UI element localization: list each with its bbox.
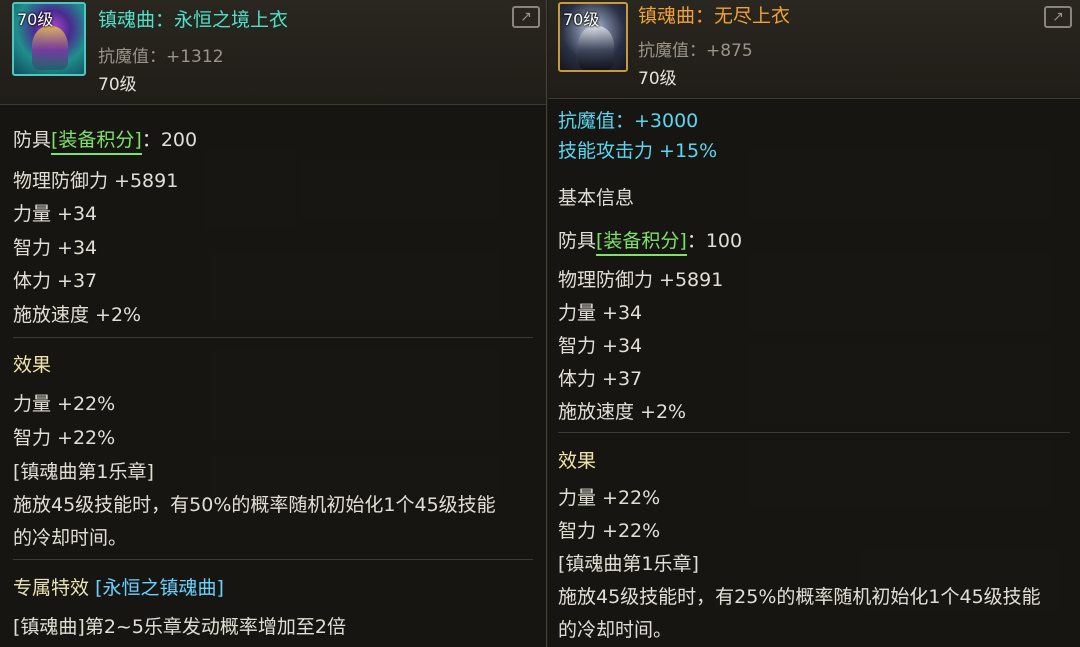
basic-info-title: 基本信息 — [558, 187, 635, 209]
item-title: 镇魂曲：无尽上衣 — [638, 5, 791, 27]
item-level: 70级 — [98, 75, 137, 95]
effect-strength: 力量 +22% — [558, 487, 661, 509]
effect-strength: 力量 +22% — [13, 393, 116, 415]
item-level: 70级 — [638, 69, 677, 89]
armor-type-label: 防具 — [558, 230, 597, 252]
exclusive-effect-name[interactable]: [永恒之镇魂曲] — [95, 577, 224, 599]
bonus-magic-resistance: 抗魔值：+3000 — [558, 110, 699, 132]
effect-intelligence: 智力 +22% — [13, 427, 116, 449]
exclusive-effect-desc: [镇魂曲]第2~5乐章发动概率增加至2倍 — [13, 616, 347, 638]
equipment-score-value: ：200 — [141, 129, 198, 151]
share-icon[interactable]: ↗ — [512, 6, 540, 28]
armor-type-label: 防具 — [13, 129, 52, 151]
armor-figure — [578, 26, 614, 70]
effect-intelligence: 智力 +22% — [558, 520, 661, 542]
stat-physical-defense: 物理防御力 +5891 — [558, 269, 724, 291]
effect-title: 效果 — [558, 450, 597, 472]
divider — [13, 559, 533, 560]
effect-title: 效果 — [13, 354, 52, 376]
effect-description: 施放45级技能时，有25%的概率随机初始化1个45级技能 — [558, 586, 1041, 608]
effect-movement-title: [镇魂曲第1乐章] — [558, 553, 699, 575]
tooltip-header: 70级 镇魂曲：永恒之境上衣 抗魔值：+1312 70级 ↗ — [0, 0, 546, 105]
divider — [13, 337, 533, 338]
armor-icon: 70级 — [558, 2, 628, 72]
tooltip-header: 70级 镇魂曲：无尽上衣 抗魔值：+875 70级 ↗ — [548, 0, 1080, 99]
stat-vitality: 体力 +37 — [13, 270, 98, 292]
effect-description-cont: 的冷却时间。 — [13, 527, 128, 549]
stat-cast-speed: 施放速度 +2% — [13, 304, 142, 326]
stat-cast-speed: 施放速度 +2% — [558, 401, 687, 423]
equipment-score-label[interactable]: [装备积分] — [51, 129, 142, 155]
item-tooltip-right: 70级 镇魂曲：无尽上衣 抗魔值：+875 70级 ↗ 抗魔值：+3000 技能… — [548, 0, 1080, 647]
stat-vitality: 体力 +37 — [558, 368, 643, 390]
share-icon[interactable]: ↗ — [1044, 6, 1072, 28]
armor-icon: 70级 — [12, 2, 86, 76]
stat-physical-defense: 物理防御力 +5891 — [13, 170, 179, 192]
equipment-score-line: 防具[装备积分]：100 — [558, 226, 743, 256]
exclusive-effect-title: 专属特效 — [13, 577, 90, 599]
armor-figure — [32, 26, 68, 70]
stat-intelligence: 智力 +34 — [13, 237, 98, 259]
magic-resistance: 抗魔值：+1312 — [98, 47, 224, 67]
item-title: 镇魂曲：永恒之境上衣 — [98, 9, 289, 31]
stat-strength: 力量 +34 — [558, 302, 643, 324]
effect-description: 施放45级技能时，有50%的概率随机初始化1个45级技能 — [13, 494, 496, 516]
effect-movement-title: [镇魂曲第1乐章] — [13, 461, 154, 483]
magic-resistance: 抗魔值：+875 — [638, 41, 753, 61]
icon-level-label: 70级 — [563, 10, 600, 29]
exclusive-effect-line: 专属特效 [永恒之镇魂曲] — [13, 573, 224, 600]
item-tooltip-left: 70级 镇魂曲：永恒之境上衣 抗魔值：+1312 70级 ↗ 防具[装备积分]：… — [0, 0, 547, 647]
equipment-score-value: ：100 — [686, 230, 743, 252]
stat-intelligence: 智力 +34 — [558, 335, 643, 357]
equipment-score-label[interactable]: [装备积分] — [596, 230, 687, 256]
stat-strength: 力量 +34 — [13, 203, 98, 225]
icon-level-label: 70级 — [17, 10, 54, 29]
divider — [558, 432, 1070, 433]
equipment-score-line: 防具[装备积分]：200 — [13, 125, 198, 155]
effect-description-cont: 的冷却时间。 — [558, 619, 673, 641]
bonus-skill-attack: 技能攻击力 +15% — [558, 140, 718, 162]
